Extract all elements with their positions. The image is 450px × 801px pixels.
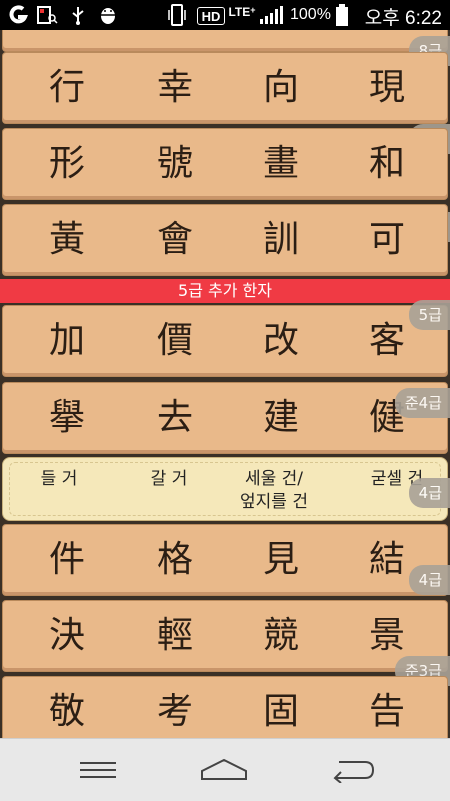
hanja-char[interactable]: 結 <box>369 535 405 585</box>
hanja-char[interactable]: 見 <box>263 535 299 585</box>
hanja-list[interactable]: 8급 行 幸 向 現 7급 形 號 畫 和 6급 黃 會 訓 可 5급 추가 한… <box>0 30 450 738</box>
hanja-char[interactable]: 輕 <box>157 611 193 661</box>
hanja-char[interactable]: 向 <box>263 63 299 113</box>
hanja-row[interactable]: 敬 考 固 告 <box>2 676 448 738</box>
hanja-row[interactable]: 件 格 見 結 <box>2 524 448 596</box>
menu-icon[interactable] <box>68 753 128 787</box>
hanja-char[interactable]: 改 <box>263 316 299 366</box>
hd-label: HD <box>201 8 221 24</box>
signal-icon <box>258 5 284 25</box>
hanja-char[interactable]: 可 <box>369 215 405 265</box>
lte-label: LTE <box>228 5 251 19</box>
home-icon[interactable] <box>194 753 254 787</box>
hanja-char[interactable]: 固 <box>263 687 299 737</box>
back-icon[interactable] <box>322 753 382 787</box>
hanja-row[interactable]: 擧 去 建 健 <box>2 382 448 454</box>
hanja-char[interactable]: 景 <box>369 611 405 661</box>
battery-percent: 100% <box>290 6 331 23</box>
navigation-bar <box>0 738 450 801</box>
vibrate-icon <box>166 4 188 26</box>
hanja-char[interactable]: 會 <box>157 215 193 265</box>
hanja-char[interactable]: 訓 <box>263 215 299 265</box>
hanja-char[interactable]: 格 <box>157 535 193 585</box>
hd-voice-icon: HD <box>197 7 225 25</box>
hanja-row[interactable]: 加 價 改 客 <box>2 305 448 377</box>
hanja-char[interactable]: 和 <box>369 139 405 189</box>
hanja-char[interactable]: 告 <box>369 687 405 737</box>
meaning-text: 세울 건/ <box>244 469 304 489</box>
hanja-row[interactable]: 決 輕 競 景 <box>2 600 448 672</box>
meaning-text: 갈 거 <box>150 469 188 489</box>
meaning-text: 들 거 <box>40 469 78 489</box>
hanja-char[interactable]: 畫 <box>263 139 299 189</box>
meaning-text: 엎지를 건 <box>240 492 308 512</box>
section-banner: 5급 추가 한자 <box>0 279 450 303</box>
hanja-row[interactable]: 行 幸 向 現 <box>2 52 448 124</box>
meaning-detail-panel[interactable]: 들 거 갈 거 세울 건/ 엎지를 건 굳셀 건 <box>2 457 448 521</box>
hanja-char[interactable]: 擧 <box>49 393 85 443</box>
hanja-char[interactable]: 建 <box>263 393 299 443</box>
hanja-row[interactable]: 形 號 畫 和 <box>2 128 448 200</box>
hanja-char[interactable]: 去 <box>157 393 193 443</box>
status-bar: HD LTE + 100% 오후 6:22 <box>0 0 450 30</box>
hanja-char[interactable]: 加 <box>49 316 85 366</box>
grade-badge: 5급 <box>408 300 450 330</box>
app-g-icon <box>6 5 30 25</box>
hanja-char[interactable]: 決 <box>49 611 85 661</box>
android-debug-icon <box>96 5 120 25</box>
hanja-row[interactable]: 黃 會 訓 可 <box>2 204 448 276</box>
clock: 오후 6:22 <box>364 8 442 29</box>
hanja-char[interactable]: 件 <box>49 535 85 585</box>
hanja-char[interactable]: 形 <box>49 139 85 189</box>
grade-badge: 4급 <box>408 565 450 595</box>
hanja-char[interactable]: 現 <box>369 63 405 113</box>
grade-badge: 준4급 <box>394 388 450 418</box>
hanja-char[interactable]: 敬 <box>49 687 85 737</box>
hanja-char[interactable]: 黃 <box>49 215 85 265</box>
hanja-char[interactable]: 價 <box>157 316 193 366</box>
hanja-row-partial[interactable] <box>2 30 448 52</box>
usb-icon <box>68 5 88 25</box>
grade-badge: 4급 <box>408 478 450 508</box>
hanja-char[interactable]: 行 <box>49 63 85 113</box>
hanja-char[interactable]: 競 <box>263 611 299 661</box>
hanja-char[interactable]: 號 <box>157 139 193 189</box>
battery-icon <box>334 4 350 26</box>
lte-icon: LTE + <box>228 5 256 19</box>
image-search-icon <box>34 5 60 25</box>
hanja-char[interactable]: 考 <box>157 687 193 737</box>
hanja-char[interactable]: 幸 <box>157 63 193 113</box>
hanja-char[interactable]: 客 <box>369 316 405 366</box>
